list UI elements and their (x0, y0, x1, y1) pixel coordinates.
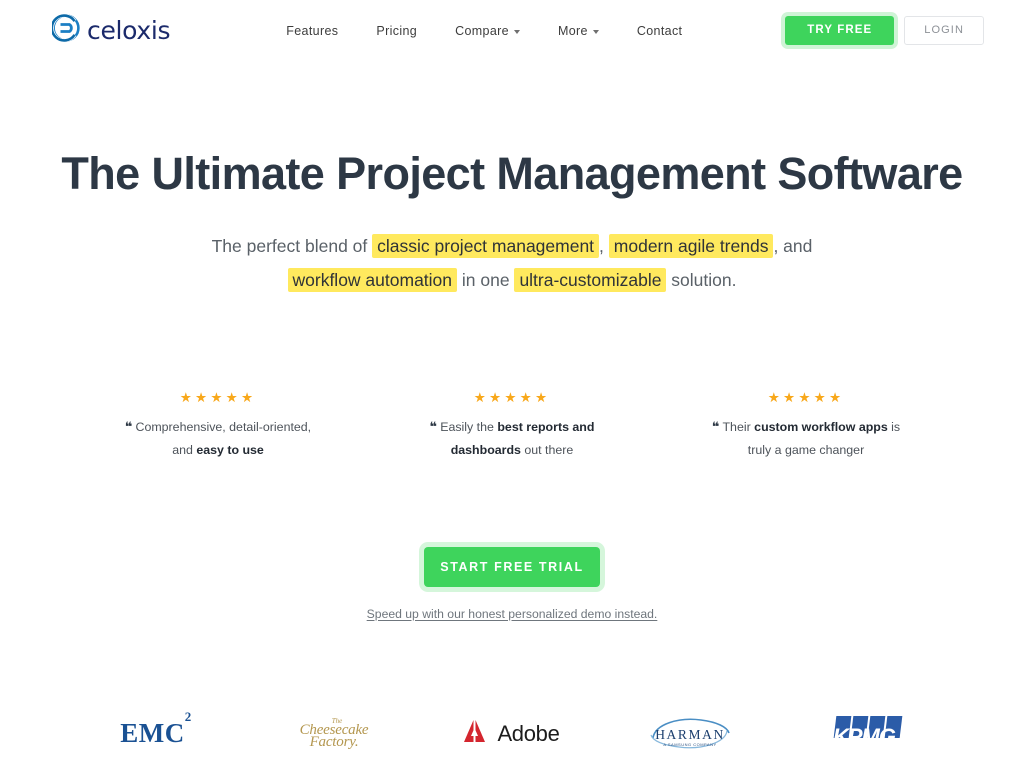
chevron-down-icon (592, 29, 599, 34)
client-logo-adobe: Adobe (423, 707, 601, 761)
subhead-text: The perfect blend of (211, 236, 373, 257)
client-logo-kpmg: KPMG (779, 707, 957, 761)
celoxis-circle-icon (50, 14, 80, 47)
quote-line1-bold: best reports and (497, 419, 595, 434)
kpmg-text: KPMG (833, 723, 896, 749)
nav-item-features[interactable]: Features (267, 18, 357, 44)
nav-item-pricing[interactable]: Pricing (357, 18, 436, 44)
nav-label: Compare (455, 23, 509, 38)
nav-item-compare[interactable]: Compare (436, 18, 539, 44)
quote-icon: ❝ (429, 419, 438, 435)
page-title: The Ultimate Project Management Software (61, 148, 963, 199)
kpmg-wordmark: KPMG (833, 723, 896, 750)
quote-line2: out there (520, 442, 574, 457)
hero-section: The Ultimate Project Management Software… (0, 147, 1024, 761)
cta-section: START FREE TRIAL Speed up with our hones… (0, 546, 1024, 623)
chevron-down-icon (513, 29, 520, 34)
hero-subheadline: The perfect blend of classic project man… (182, 229, 842, 297)
subhead-text: in one (457, 270, 515, 291)
quote-line1-bold: custom workflow apps (754, 419, 888, 434)
adobe-a-mark-icon (464, 719, 490, 748)
nav-label: More (557, 23, 588, 38)
client-logos-row: EMC2 The Cheesecake Factory. Adobe HARMA… (0, 707, 1024, 761)
emc-wordmark: EMC (120, 718, 185, 749)
subhead-text: solution. (666, 270, 737, 291)
testimonial-card: ★★★★★ ❝ Their custom workflow apps is tru… (690, 391, 922, 461)
quote-line2-bold: dashboards (450, 442, 521, 457)
testimonial-quote: ❝ Comprehensive, detail-oriented, and eas… (102, 416, 334, 461)
client-logo-cheesecake-factory: The Cheesecake Factory. (245, 707, 423, 761)
harman-wordmark: HARMAN (655, 726, 725, 742)
main-nav: Features Pricing Compare More Contact (267, 18, 701, 44)
demo-link[interactable]: Speed up with our honest personalized de… (367, 607, 658, 621)
quote-icon: ❝ (124, 419, 133, 435)
quote-line1: Their (722, 419, 755, 434)
highlight-workflow-automation: workflow automation (287, 268, 458, 293)
logo-text: celoxis (87, 16, 171, 45)
try-free-button[interactable]: TRY FREE (785, 16, 895, 45)
login-button[interactable]: LOGIN (904, 16, 984, 45)
star-rating-icon: ★★★★★ (473, 390, 551, 406)
testimonial-card: ★★★★★ ❝ Comprehensive, detail-oriented, a… (102, 391, 334, 461)
quote-line1: Easily the (440, 419, 498, 434)
start-free-trial-button[interactable]: START FREE TRIAL (424, 546, 600, 587)
quote-line1-tail: is (887, 419, 901, 434)
subhead-text: , and (773, 236, 813, 257)
highlight-classic-pm: classic project management (372, 234, 600, 259)
nav-label: Features (286, 23, 339, 38)
quote-line2: truly a game changer (747, 442, 865, 457)
harman-logo: HARMAN A SAMSUNG COMPANY (647, 715, 733, 753)
quote-line2-bold: easy to use (196, 442, 264, 457)
emc-superscript: 2 (184, 709, 192, 725)
header-actions: TRY FREE LOGIN (785, 16, 984, 45)
adobe-wordmark: Adobe (497, 720, 560, 746)
adobe-logo: Adobe (464, 719, 560, 748)
star-rating-icon: ★★★★★ (767, 390, 845, 406)
harman-subtext: A SAMSUNG COMPANY (663, 741, 717, 747)
cheesecake-factory-logo: The Cheesecake Factory. (300, 717, 369, 750)
quote-line1: Comprehensive, detail-oriented, (135, 419, 312, 434)
subhead-text: , (599, 236, 609, 257)
nav-item-contact[interactable]: Contact (618, 18, 702, 44)
client-logo-harman: HARMAN A SAMSUNG COMPANY (601, 707, 779, 761)
testimonial-quote: ❝ Their custom workflow apps is truly a g… (690, 416, 922, 461)
nav-item-more[interactable]: More (539, 18, 618, 44)
cheesecake-line2: Factory. (309, 733, 359, 750)
quote-line2: and (172, 442, 197, 457)
star-rating-icon: ★★★★★ (179, 390, 257, 406)
testimonial-quote: ❝ Easily the best reports and dashboards … (396, 416, 628, 461)
nav-label: Pricing (376, 23, 418, 38)
logo[interactable]: celoxis (50, 14, 171, 47)
quote-icon: ❝ (711, 419, 720, 435)
site-header: celoxis Features Pricing Compare More Co… (0, 0, 1024, 61)
nav-label: Contact (636, 23, 683, 38)
highlight-ultra-customizable: ultra-customizable (514, 268, 667, 293)
client-logo-emc: EMC2 (67, 707, 245, 761)
highlight-agile-trends: modern agile trends (608, 234, 774, 259)
testimonials-row: ★★★★★ ❝ Comprehensive, detail-oriented, a… (0, 391, 1024, 461)
testimonial-card: ★★★★★ ❝ Easily the best reports and dashb… (396, 391, 628, 461)
kpmg-logo: KPMG (833, 715, 903, 752)
emc-logo: EMC2 (120, 709, 192, 749)
